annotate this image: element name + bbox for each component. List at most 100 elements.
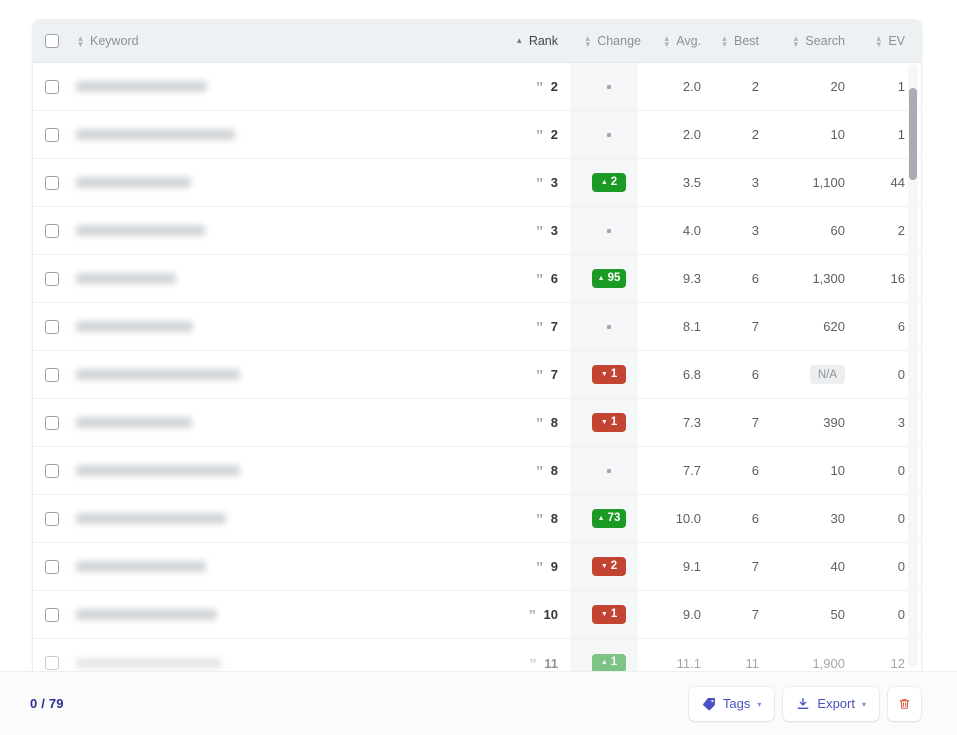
row-select-checkbox[interactable] (44, 607, 59, 622)
keyword-redacted-text (76, 177, 191, 188)
row-select-cell[interactable] (33, 79, 70, 94)
rank-cell: ” 11 (495, 655, 575, 672)
export-button[interactable]: Export ▾ (783, 686, 879, 721)
rank-value: 3 (550, 175, 558, 190)
keyword-cell[interactable] (70, 369, 495, 380)
row-select-checkbox[interactable] (44, 271, 59, 286)
table-row[interactable]: ” 3 ▲ 2 3.5 3 1,100 44 (33, 159, 921, 207)
column-header-best[interactable]: Best (715, 34, 773, 48)
tags-button[interactable]: Tags ▾ (688, 686, 775, 721)
row-select-cell[interactable] (33, 607, 70, 622)
best-cell: 6 (751, 271, 759, 286)
table-row[interactable]: ” 7 8.1 7 620 6 (33, 303, 921, 351)
vertical-scrollbar-track[interactable] (908, 64, 918, 668)
table-row[interactable]: ” 10 ▼ 1 9.0 7 50 0 (33, 591, 921, 639)
row-select-checkbox[interactable] (44, 415, 59, 430)
table-scroll-viewport[interactable]: ” 2 2.0 2 20 1” 2 2.0 2 10 1” 3 ▲ 2 3.5 3 1,100 44” 3 4.0 3 6… (33, 63, 921, 671)
column-header-rank[interactable]: Rank (495, 34, 575, 48)
table-header-row: Keyword Rank Change Avg. Best Search (33, 20, 921, 63)
quote-icon: ” (529, 655, 537, 672)
row-select-checkbox[interactable] (44, 79, 59, 94)
change-cell: ▼ 2 (575, 557, 643, 576)
table-row[interactable]: ” 8 ▼ 1 7.3 7 390 3 (33, 399, 921, 447)
row-select-checkbox[interactable] (44, 127, 59, 142)
keyword-cell[interactable] (70, 465, 495, 476)
avg-cell: 4.0 (682, 223, 701, 238)
best-cell: 3 (751, 223, 759, 238)
row-select-cell[interactable] (33, 175, 70, 190)
row-select-checkbox[interactable] (44, 511, 59, 526)
sort-both-icon (874, 34, 883, 46)
table-row[interactable]: ” 7 ▼ 1 6.8 6 N/A 0 (33, 351, 921, 399)
change-value: 1 (610, 607, 618, 620)
rank-value: 9 (550, 559, 558, 574)
best-cell: 2 (751, 79, 759, 94)
change-cell (575, 228, 643, 233)
table-row[interactable]: ” 11 ▲ 1 11.1 11 1,900 12 (33, 639, 921, 671)
keyword-redacted-text (76, 273, 176, 284)
keyword-cell[interactable] (70, 225, 495, 236)
sort-both-icon (791, 34, 800, 46)
avg-cell: 11.1 (676, 655, 701, 671)
search-volume-cell: 50 (830, 607, 845, 622)
row-select-cell[interactable] (33, 463, 70, 478)
row-select-checkbox[interactable] (44, 319, 59, 334)
row-select-cell[interactable] (33, 319, 70, 334)
keyword-cell[interactable] (70, 417, 495, 428)
keyword-cell[interactable] (70, 321, 495, 332)
column-header-best-label: Best (733, 34, 759, 48)
delete-button[interactable] (888, 686, 921, 721)
change-up-badge: ▲ 1 (592, 653, 626, 671)
column-header-change[interactable]: Change (575, 34, 643, 48)
row-select-cell[interactable] (33, 656, 70, 670)
keyword-cell[interactable] (70, 513, 495, 524)
search-volume-cell: 1,900 (812, 655, 845, 671)
column-header-ev[interactable]: EV (859, 34, 921, 48)
avg-cell: 7.3 (682, 415, 701, 430)
table-row[interactable]: ” 3 4.0 3 60 2 (33, 207, 921, 255)
select-all-checkbox[interactable] (44, 34, 59, 48)
quote-icon: ” (535, 175, 544, 192)
column-header-search[interactable]: Search (773, 34, 859, 48)
keyword-cell[interactable] (70, 609, 495, 620)
keyword-redacted-text (76, 81, 207, 92)
row-select-cell[interactable] (33, 367, 70, 382)
row-select-cell[interactable] (33, 223, 70, 238)
table-row[interactable]: ” 2 2.0 2 20 1 (33, 63, 921, 111)
search-volume-cell: 620 (823, 319, 845, 334)
table-row[interactable]: ” 2 2.0 2 10 1 (33, 111, 921, 159)
column-header-avg[interactable]: Avg. (643, 34, 715, 48)
keyword-cell[interactable] (70, 177, 495, 188)
row-select-cell[interactable] (33, 415, 70, 430)
table-row[interactable]: ” 8 7.7 6 10 0 (33, 447, 921, 495)
row-select-cell[interactable] (33, 559, 70, 574)
row-select-cell[interactable] (33, 511, 70, 526)
column-header-keyword[interactable]: Keyword (70, 34, 495, 48)
row-select-checkbox[interactable] (44, 223, 59, 238)
row-select-checkbox[interactable] (44, 367, 59, 382)
quote-icon: ” (535, 79, 544, 96)
table-row[interactable]: ” 6 ▲ 95 9.3 6 1,300 16 (33, 255, 921, 303)
keyword-cell[interactable] (70, 81, 495, 92)
row-select-checkbox[interactable] (44, 463, 59, 478)
keyword-cell[interactable] (70, 273, 495, 284)
table-row[interactable]: ” 9 ▼ 2 9.1 7 40 0 (33, 543, 921, 591)
row-select-checkbox[interactable] (44, 175, 59, 190)
download-icon (796, 697, 810, 711)
row-select-checkbox[interactable] (44, 559, 59, 574)
table-row[interactable]: ” 8 ▲ 73 10.0 6 30 0 (33, 495, 921, 543)
search-volume-cell: 10 (830, 463, 845, 478)
arrow-down-icon: ▼ (600, 370, 608, 378)
select-all-header[interactable] (33, 34, 70, 48)
vertical-scrollbar-thumb[interactable] (909, 88, 917, 180)
quote-icon: ” (535, 223, 544, 240)
keyword-cell[interactable] (70, 561, 495, 572)
row-select-cell[interactable] (33, 271, 70, 286)
row-select-checkbox[interactable] (44, 656, 59, 670)
sort-both-icon (720, 34, 729, 46)
keyword-cell[interactable] (70, 129, 495, 140)
no-change-indicator (607, 84, 611, 89)
rank-cell: ” 3 (495, 175, 575, 192)
keyword-cell[interactable] (70, 657, 495, 669)
row-select-cell[interactable] (33, 127, 70, 142)
